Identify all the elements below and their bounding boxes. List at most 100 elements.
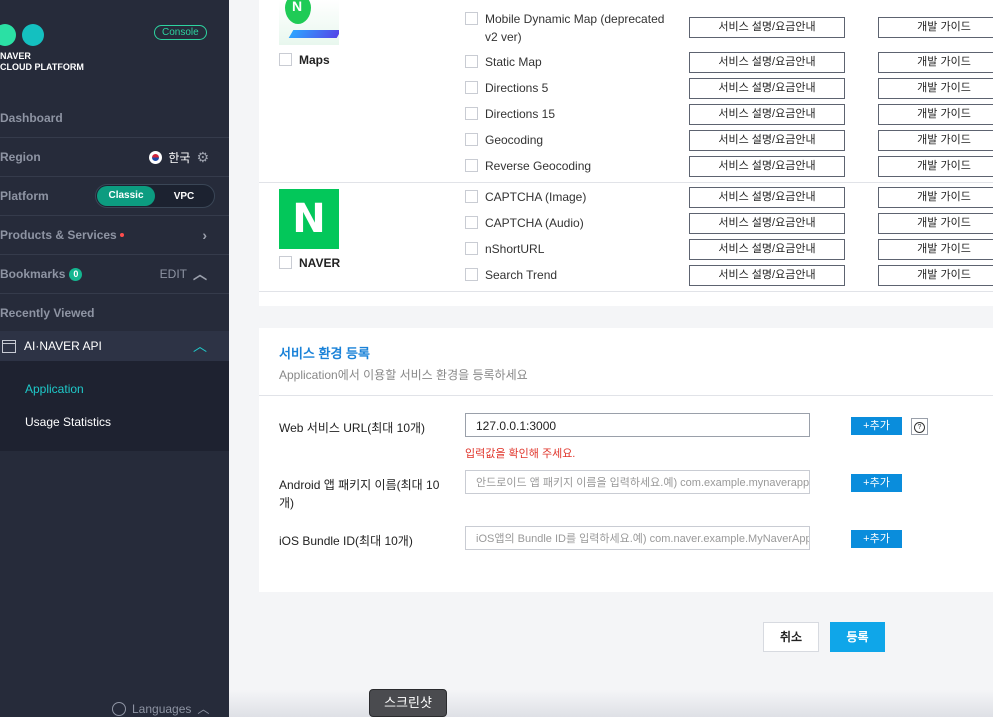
dev-guide-button[interactable]: 개발 가이드 — [878, 187, 993, 208]
ios-bundle-input[interactable]: iOS앱의 Bundle ID를 입력하세요.예) com.naver.exam… — [465, 526, 810, 550]
api-checkbox-mobile-dynamic-map[interactable] — [465, 12, 478, 25]
submit-button[interactable]: 등록 — [830, 622, 885, 652]
section-title: 서비스 환경 등록 — [279, 346, 370, 361]
api-checkbox-nshorturl[interactable] — [465, 242, 478, 255]
brand-name: NAVER CLOUD PLATFORM — [0, 51, 84, 73]
api-icon — [2, 339, 16, 353]
bookmarks-label: Bookmarks — [0, 267, 66, 281]
cancel-button[interactable]: 취소 — [763, 622, 819, 652]
service-info-button[interactable]: 서비스 설명/요금안내 — [689, 265, 845, 286]
api-section: AI·NAVER API ︿ Application Usage Statist… — [0, 331, 229, 451]
service-info-button[interactable]: 서비스 설명/요금안내 — [689, 52, 845, 73]
api-section-header[interactable]: AI·NAVER API ︿ — [0, 331, 229, 361]
row-divider — [259, 291, 993, 292]
api-checkbox-static-map[interactable] — [465, 55, 478, 68]
service-info-button[interactable]: 서비스 설명/요금안내 — [689, 156, 845, 177]
dev-guide-button[interactable]: 개발 가이드 — [878, 17, 993, 38]
naver-logo: N — [279, 189, 339, 249]
platform-toggle[interactable]: Classic VPC — [95, 184, 215, 208]
products-label: Products & Services — [0, 228, 117, 242]
map-pin-icon: N — [285, 0, 311, 24]
sidebar-item-bookmarks[interactable]: Bookmarks 0 EDIT ︿ — [0, 255, 229, 294]
platform-label: Platform — [0, 189, 49, 203]
dev-guide-button[interactable]: 개발 가이드 — [878, 213, 993, 234]
row-divider — [259, 182, 993, 183]
console-badge[interactable]: Console — [154, 25, 207, 40]
section-subtitle: Application에서 이용할 서비스 환경을 등록하세요 — [279, 368, 528, 382]
dev-guide-button[interactable]: 개발 가이드 — [878, 130, 993, 151]
add-web-url-button[interactable]: +추가 — [851, 417, 902, 435]
service-info-button[interactable]: 서비스 설명/요금안내 — [689, 213, 845, 234]
dev-guide-button[interactable]: 개발 가이드 — [878, 104, 993, 125]
api-checkbox-directions-15[interactable] — [465, 107, 478, 120]
naver-checkbox[interactable] — [279, 256, 292, 269]
sidebar-item-products[interactable]: Products & Services › — [0, 216, 229, 255]
region-value: 한국 — [168, 150, 191, 165]
api-name-geocoding: Geocoding — [485, 133, 544, 147]
korea-flag-icon — [149, 150, 163, 164]
api-name-nshorturl: nShortURL — [485, 242, 545, 256]
platform-option-vpc[interactable]: VPC — [155, 191, 213, 202]
dev-guide-button[interactable]: 개발 가이드 — [878, 52, 993, 73]
languages-label: Languages — [132, 701, 192, 716]
screenshot-tooltip: 스크린샷 — [369, 689, 447, 717]
sidebar: NAVER CLOUD PLATFORM Console Dashboard R… — [0, 0, 229, 717]
languages-button[interactable]: Languages ︿ — [112, 700, 209, 717]
dev-guide-button[interactable]: 개발 가이드 — [878, 265, 993, 286]
api-name-directions-15: Directions 15 — [485, 107, 556, 121]
chevron-up-icon[interactable]: ︿ — [193, 264, 207, 284]
dev-guide-button[interactable]: 개발 가이드 — [878, 78, 993, 99]
api-section-label: AI·NAVER API — [24, 339, 102, 353]
question-icon: ? — [914, 422, 925, 433]
sidebar-item-region: Region 한국 ⚙ — [0, 138, 229, 177]
globe-icon — [112, 701, 126, 716]
dev-guide-button[interactable]: 개발 가이드 — [878, 156, 993, 177]
api-checkbox-captcha-image[interactable] — [465, 190, 478, 203]
web-url-label: Web 서비스 URL(최대 10개) — [279, 421, 426, 435]
maps-checkbox[interactable] — [279, 53, 292, 66]
api-checkbox-reverse-geocoding[interactable] — [465, 159, 478, 172]
ncp-logo[interactable]: NAVER CLOUD PLATFORM — [0, 24, 84, 73]
chevron-up-icon: ︿ — [193, 338, 207, 354]
sidebar-item-recently-viewed: Recently Viewed — [0, 294, 229, 332]
sidebar-item-usage-statistics[interactable]: Usage Statistics — [25, 415, 111, 429]
sidebar-item-dashboard[interactable]: Dashboard — [0, 99, 229, 138]
api-checkbox-search-trend[interactable] — [465, 268, 478, 281]
service-info-button[interactable]: 서비스 설명/요금안내 — [689, 130, 845, 151]
sidebar-item-platform: Platform Classic VPC — [0, 177, 229, 216]
service-info-button[interactable]: 서비스 설명/요금안내 — [689, 78, 845, 99]
android-package-label: Android 앱 패키지 이름(최대 10개) — [279, 478, 440, 510]
brand-line-2: CLOUD PLATFORM — [0, 62, 84, 72]
service-info-button[interactable]: 서비스 설명/요금안내 — [689, 104, 845, 125]
map-road-icon — [288, 30, 339, 38]
bookmarks-edit-button[interactable]: EDIT — [160, 267, 187, 281]
service-info-button[interactable]: 서비스 설명/요금안내 — [689, 17, 845, 38]
naver-product-name: NAVER — [299, 256, 341, 270]
api-checkbox-captcha-audio[interactable] — [465, 216, 478, 229]
add-android-package-button[interactable]: +추가 — [851, 474, 902, 492]
android-package-input[interactable]: 안드로이드 앱 패키지 이름을 입력하세요.예) com.example.myn… — [465, 470, 810, 494]
service-info-button[interactable]: 서비스 설명/요금안내 — [689, 239, 845, 260]
add-ios-bundle-button[interactable]: +추가 — [851, 530, 902, 548]
sidebar-item-application[interactable]: Application — [25, 382, 84, 396]
brand-line-1: NAVER — [0, 51, 31, 61]
dev-guide-button[interactable]: 개발 가이드 — [878, 239, 993, 260]
platform-option-classic[interactable]: Classic — [97, 186, 155, 206]
api-name-mobile-dynamic-map: Mobile Dynamic Map (deprecated v2 ver) — [485, 12, 665, 44]
api-checkbox-geocoding[interactable] — [465, 133, 478, 146]
region-selector[interactable]: 한국 ⚙ — [149, 149, 209, 166]
api-checkbox-directions-5[interactable] — [465, 81, 478, 94]
api-name-reverse-geocoding: Reverse Geocoding — [485, 159, 592, 173]
new-dot-icon — [119, 233, 124, 237]
api-name-captcha-audio: CAPTCHA (Audio) — [485, 216, 584, 230]
service-info-button[interactable]: 서비스 설명/요금안내 — [689, 187, 845, 208]
gear-icon[interactable]: ⚙ — [196, 149, 209, 166]
help-button[interactable]: ? — [911, 418, 928, 435]
recently-viewed-label: Recently Viewed — [0, 306, 95, 320]
logo-mark-icon — [0, 24, 50, 46]
api-name-static-map: Static Map — [485, 55, 542, 69]
maps-product-name: Maps — [299, 53, 330, 67]
api-name-captcha-image: CAPTCHA (Image) — [485, 190, 587, 204]
bookmarks-count-badge: 0 — [69, 267, 83, 281]
web-url-input[interactable]: 127.0.0.1:3000 — [465, 413, 810, 437]
